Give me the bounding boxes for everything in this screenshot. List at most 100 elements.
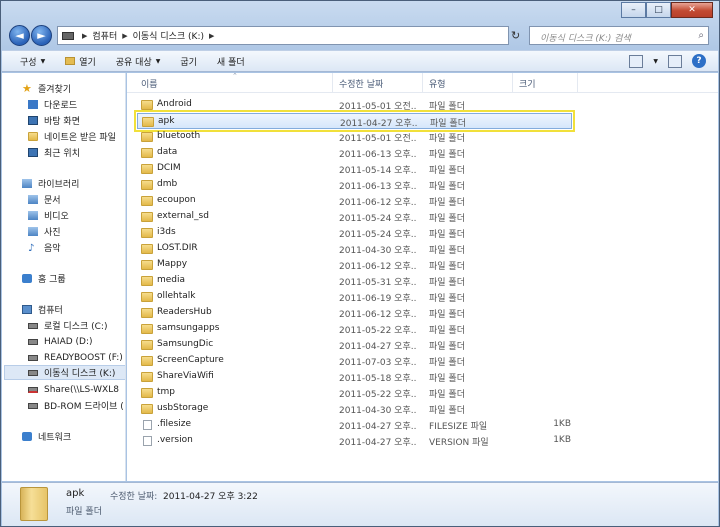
file-row[interactable]: ScreenCapture 2011-07-03 오후... 파일 폴더 <box>137 353 572 369</box>
nav-item-downloads[interactable]: 다운로드 <box>28 97 77 112</box>
file-row[interactable]: DCIM 2011-05-14 오후... 파일 폴더 <box>137 161 572 177</box>
forward-button[interactable]: ► <box>31 25 52 46</box>
nav-favorites[interactable]: ★ 즐겨찾기 <box>22 81 71 96</box>
file-type: 파일 폴더 <box>429 230 465 240</box>
nav-label: 컴퓨터 <box>38 306 63 316</box>
address-bar[interactable]: ▶ 컴퓨터 ▶ 이동식 디스크 (K:) ▶ <box>57 26 509 45</box>
file-row[interactable]: ShareViaWifi 2011-05-18 오후... 파일 폴더 <box>137 369 572 385</box>
nav-item-documents[interactable]: 문서 <box>28 192 61 207</box>
nav-item-pictures[interactable]: 사진 <box>28 224 61 239</box>
breadcrumb-drive[interactable]: 이동식 디스크 (K:) <box>133 29 204 42</box>
share-button[interactable]: 공유 대상 ▼ <box>116 55 161 68</box>
file-row[interactable]: .filesize 2011-04-27 오후... FILESIZE 파일 1KB <box>137 417 572 433</box>
file-name: ShareViaWifi <box>157 371 214 381</box>
file-row[interactable]: ecoupon 2011-06-12 오후... 파일 폴더 <box>137 193 572 209</box>
nav-item-drive-d[interactable]: HAIAD (D:) <box>28 334 93 349</box>
column-divider[interactable] <box>512 73 513 93</box>
new-folder-button[interactable]: 새 폴더 <box>217 55 245 68</box>
file-row[interactable]: samsungapps 2011-05-22 오후... 파일 폴더 <box>137 321 572 337</box>
file-row[interactable]: tmp 2011-05-22 오후... 파일 폴더 <box>137 385 572 401</box>
file-row[interactable]: bluetooth 2011-05-01 오전... 파일 폴더 <box>137 129 572 145</box>
burn-button[interactable]: 굽기 <box>180 55 197 68</box>
file-row[interactable]: apk 2011-04-27 오후... 파일 폴더 <box>134 110 575 132</box>
file-row[interactable]: Android 2011-05-01 오전... 파일 폴더 <box>137 97 572 113</box>
file-row[interactable]: SamsungDic 2011-04-27 오후... 파일 폴더 <box>137 337 572 353</box>
nav-label: 홈 그룹 <box>38 275 66 285</box>
file-date: 2011-06-12 오후... <box>339 262 417 272</box>
file-type: 파일 폴더 <box>429 358 465 368</box>
file-type: 파일 폴더 <box>429 406 465 416</box>
column-date[interactable]: 수정한 날짜 <box>339 77 383 90</box>
column-divider[interactable] <box>577 73 578 93</box>
column-divider[interactable] <box>422 73 423 93</box>
help-icon[interactable]: ? <box>692 54 706 68</box>
file-row[interactable]: LOST.DIR 2011-04-30 오후... 파일 폴더 <box>137 241 572 257</box>
view-options-icon[interactable] <box>629 54 644 68</box>
breadcrumb-computer[interactable]: 컴퓨터 <box>92 29 117 42</box>
nav-label: 최근 위치 <box>44 149 80 159</box>
nav-item-share[interactable]: Share(\\LS-WXL8 <box>28 382 119 397</box>
drive-icon <box>28 369 38 376</box>
recent-places-icon <box>28 148 38 157</box>
chevron-down-icon[interactable]: ▼ <box>653 58 658 65</box>
nav-label: 다운로드 <box>44 101 78 111</box>
nav-computer[interactable]: 컴퓨터 <box>22 302 63 317</box>
column-size[interactable]: 크기 <box>519 77 536 90</box>
nav-item-drive-f[interactable]: READYBOOST (F:) <box>28 350 123 365</box>
file-date: 2011-06-13 오후... <box>339 182 417 192</box>
file-name: Android <box>157 99 192 109</box>
column-divider[interactable] <box>332 73 333 93</box>
nav-label: 이동식 디스크 (K:) <box>44 369 116 379</box>
file-name: ScreenCapture <box>157 355 224 365</box>
back-button[interactable]: ◄ <box>9 25 30 46</box>
nav-item-music[interactable]: ♪ 음악 <box>28 240 61 255</box>
file-name: media <box>157 275 186 285</box>
file-row[interactable]: usbStorage 2011-04-30 오후... 파일 폴더 <box>137 401 572 417</box>
nav-homegroup[interactable]: 홈 그룹 <box>22 271 66 286</box>
file-date: 2011-05-24 오후... <box>339 230 417 240</box>
file-type: 파일 폴더 <box>429 374 465 384</box>
nav-item-drive-c[interactable]: 로컬 디스크 (C:) <box>28 318 107 333</box>
file-name: .version <box>157 435 193 445</box>
file-row[interactable]: .version 2011-04-27 오후... VERSION 파일 1KB <box>137 433 572 449</box>
minimize-button[interactable]: – <box>621 2 646 18</box>
file-row[interactable]: Mappy 2011-06-12 오후... 파일 폴더 <box>137 257 572 273</box>
search-input[interactable]: 이동식 디스크 (K:) 검색 ⌕ <box>529 26 709 45</box>
nav-label: 즐겨찾기 <box>38 85 72 95</box>
chevron-right-icon: ▶ <box>122 31 128 40</box>
file-name: DCIM <box>157 163 181 173</box>
file-row[interactable]: dmb 2011-06-13 오후... 파일 폴더 <box>137 177 572 193</box>
folder-icon <box>28 132 38 141</box>
column-name[interactable]: 이름 <box>141 77 158 90</box>
share-label: 공유 대상 <box>115 57 152 68</box>
file-row[interactable]: ollehtalk 2011-06-19 오후... 파일 폴더 <box>137 289 572 305</box>
search-icon: ⌕ <box>698 30 704 41</box>
nav-item-nateon[interactable]: 네이트온 받은 파일 <box>28 129 116 144</box>
nav-item-drive-k[interactable]: 이동식 디스크 (K:) <box>4 365 125 380</box>
file-row[interactable]: data 2011-06-13 오후... 파일 폴더 <box>137 145 572 161</box>
nav-item-bdrom[interactable]: BD-ROM 드라이브 ( <box>28 398 124 413</box>
drive-icon <box>28 338 38 345</box>
file-row[interactable]: external_sd 2011-05-24 오후... 파일 폴더 <box>137 209 572 225</box>
open-button[interactable]: 열기 <box>65 55 96 68</box>
nav-item-recent[interactable]: 최근 위치 <box>28 145 80 160</box>
nav-item-desktop[interactable]: 바탕 화면 <box>28 113 80 128</box>
column-type[interactable]: 유형 <box>429 77 446 90</box>
close-button[interactable]: ✕ <box>671 2 713 18</box>
file-name: ReadersHub <box>157 307 212 317</box>
refresh-icon[interactable]: ↻ <box>511 29 520 42</box>
file-row[interactable]: ReadersHub 2011-06-12 오후... 파일 폴더 <box>137 305 572 321</box>
address-row: ◄ ► ▶ 컴퓨터 ▶ 이동식 디스크 (K:) ▶ ↻ 이동식 디스크 (K:… <box>1 23 719 49</box>
file-date: 2011-06-12 오후... <box>339 310 417 320</box>
folder-icon <box>142 117 154 127</box>
preview-pane-icon[interactable] <box>668 54 682 68</box>
organize-button[interactable]: 구성 ▼ <box>20 55 45 68</box>
nav-libraries[interactable]: 라이브러리 <box>22 176 79 191</box>
file-type: 파일 폴더 <box>430 119 466 129</box>
details-name: apk <box>66 488 85 499</box>
nav-item-videos[interactable]: 비디오 <box>28 208 69 223</box>
maximize-button[interactable]: □ <box>646 2 671 18</box>
file-row[interactable]: media 2011-05-31 오후... 파일 폴더 <box>137 273 572 289</box>
file-row[interactable]: i3ds 2011-05-24 오후... 파일 폴더 <box>137 225 572 241</box>
nav-network[interactable]: 네트워크 <box>22 429 71 444</box>
